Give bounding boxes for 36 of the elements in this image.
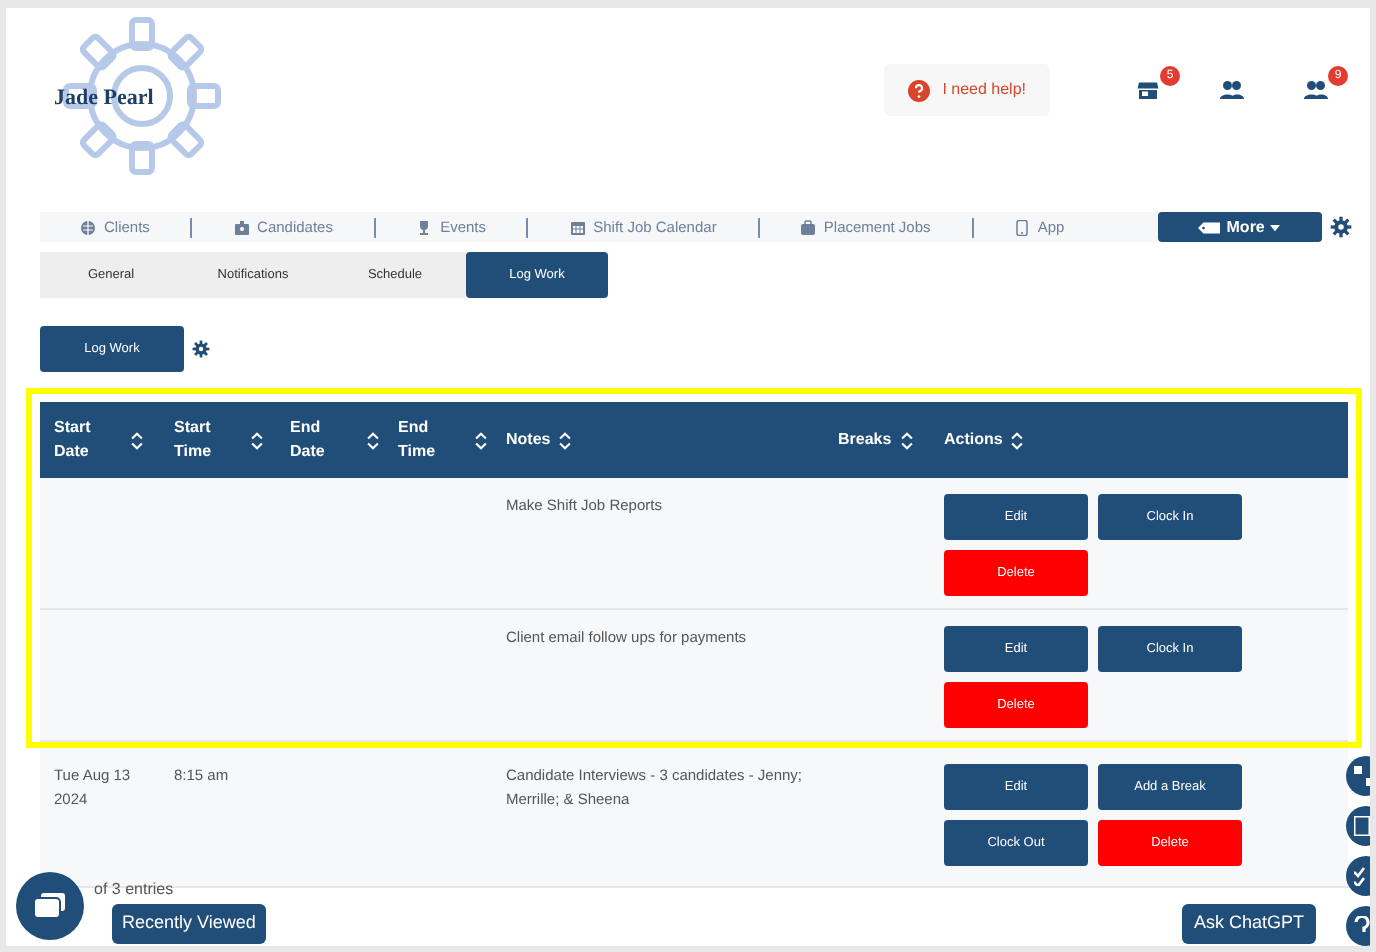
sort-icon: [130, 431, 144, 449]
phone-icon: [1013, 219, 1030, 235]
ask-chatgpt-button[interactable]: Ask ChatGPT: [1181, 904, 1316, 943]
calendar-icon: [569, 219, 586, 235]
briefcase-icon: [799, 219, 816, 235]
chat-icon: [34, 892, 66, 920]
column-header[interactable]: Start Time: [174, 416, 242, 464]
question-icon: [908, 79, 931, 101]
settings-icon[interactable]: [192, 340, 210, 358]
more-button[interactable]: More: [1157, 212, 1322, 242]
logo-text: Jade Pearl: [54, 84, 154, 114]
column-header[interactable]: Breaks: [838, 428, 892, 452]
column-header[interactable]: End Time: [398, 416, 466, 464]
column-header[interactable]: Actions: [944, 428, 1003, 452]
sort-icon: [899, 431, 914, 449]
help-button[interactable]: I need help!: [884, 64, 1050, 116]
sort-icon: [474, 431, 488, 449]
settings-icon[interactable]: [1330, 216, 1352, 238]
globe-icon: [80, 219, 96, 235]
sort-icon: [1010, 431, 1025, 449]
sort-icon: [558, 431, 573, 449]
column-header[interactable]: Start Date: [54, 416, 122, 464]
column-header[interactable]: Notes: [506, 428, 551, 452]
recently-viewed-button[interactable]: Recently Viewed: [112, 904, 266, 943]
sort-icon: [366, 431, 380, 449]
column-header[interactable]: End Date: [290, 416, 358, 464]
entries-count: of 3 entries: [94, 878, 174, 902]
trophy-icon: [416, 219, 433, 235]
chat-button[interactable]: [16, 872, 84, 940]
people-icon[interactable]: [1302, 78, 1330, 102]
tag-icon: [1198, 219, 1221, 235]
people-icon[interactable]: [1218, 78, 1246, 102]
id-badge-icon: [233, 219, 250, 235]
store-icon[interactable]: [1134, 78, 1162, 102]
sort-icon: [250, 431, 264, 449]
caret-icon: [1270, 223, 1281, 231]
